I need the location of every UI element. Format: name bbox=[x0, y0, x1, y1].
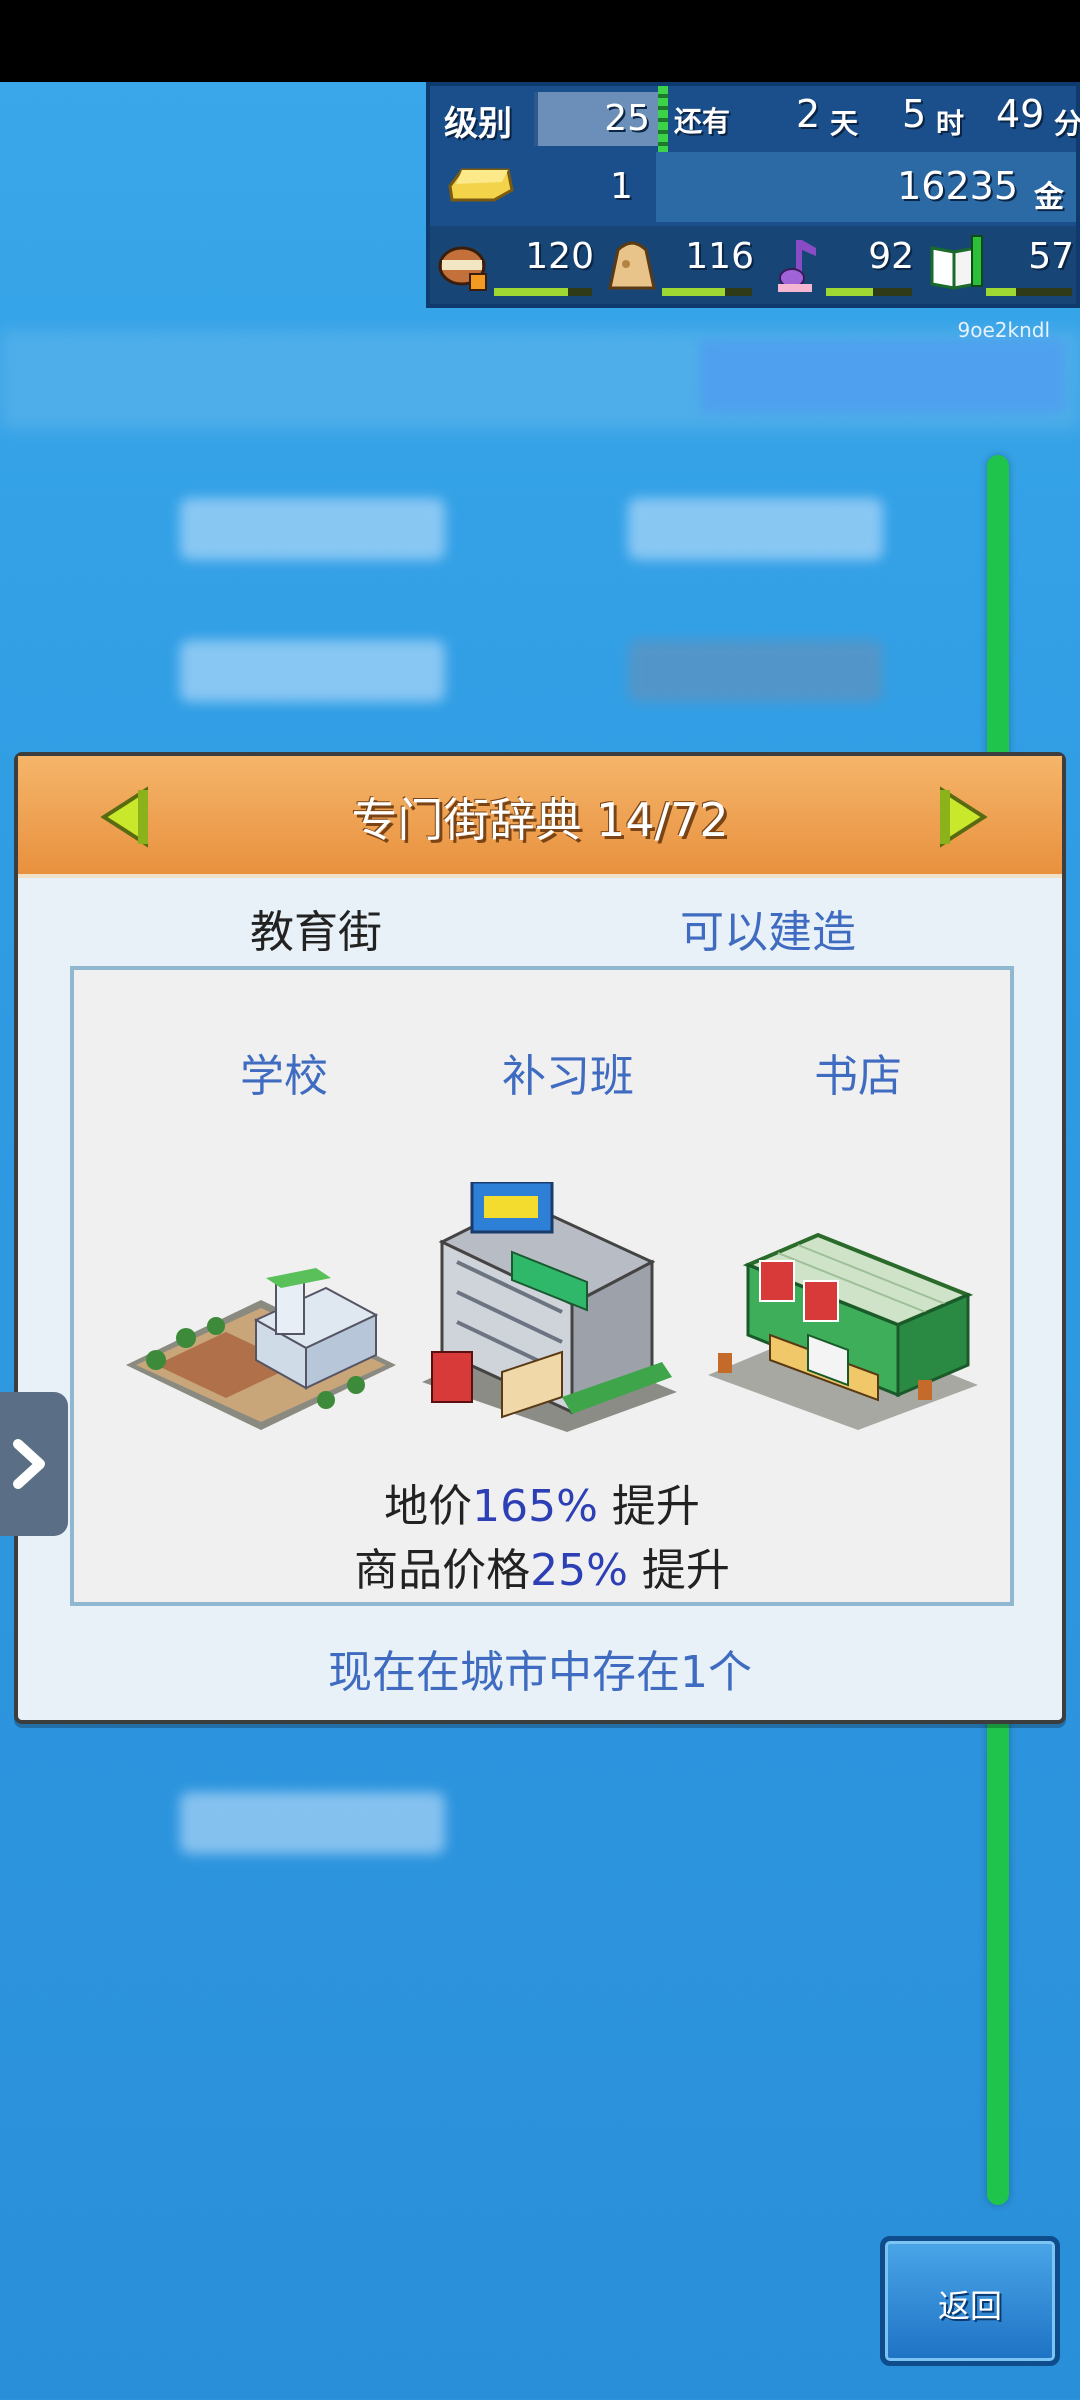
building-name-cram-school: 补习班 bbox=[502, 1051, 634, 1102]
level-progress-bar bbox=[658, 86, 668, 152]
back-button[interactable]: 返回 bbox=[880, 2236, 1060, 2366]
stat-education-value: 57 bbox=[1028, 236, 1074, 277]
land-value-effect: 地价165% 提升 bbox=[74, 1470, 1010, 1534]
build-status: 可以建造 bbox=[680, 907, 856, 958]
time-remaining: 还有 2 天 5 时 49 分 bbox=[670, 92, 1080, 148]
hours-value: 5 bbox=[902, 92, 927, 136]
gold-bar-count: 1 bbox=[610, 166, 633, 207]
school-building-icon[interactable] bbox=[126, 1260, 396, 1430]
stats-row: 120 116 92 57 bbox=[430, 226, 1076, 304]
existing-count-text: 现在在城市中存在1个 bbox=[328, 1647, 752, 1698]
background-blur-block bbox=[180, 640, 445, 702]
gold-bar-icon bbox=[448, 168, 514, 202]
music-note-icon bbox=[778, 240, 816, 292]
remaining-label: 还有 bbox=[674, 105, 731, 138]
goods-price-effect: 商品价格25% 提升 bbox=[74, 1534, 1010, 1598]
level-label: 级别 bbox=[444, 104, 512, 144]
background-blur-block bbox=[628, 498, 883, 560]
land-value-label: 地价 bbox=[384, 1481, 473, 1532]
buildings-panel: 学校 补习班 书店 地价165% 提升 商品价格25% 提升 bbox=[70, 966, 1014, 1606]
stat-goods-bar bbox=[662, 288, 752, 296]
land-value-percent: 165% bbox=[472, 1481, 598, 1532]
dialog-header: 专门街辞典 14/72 bbox=[18, 756, 1062, 878]
side-drawer-tab[interactable] bbox=[0, 1392, 68, 1536]
money-unit: 金 bbox=[1034, 180, 1064, 215]
street-dictionary-dialog: 专门街辞典 14/72 教育街 可以建造 学校 补习班 书店 地价165% 提升… bbox=[14, 752, 1066, 1724]
street-category: 教育街 bbox=[250, 907, 382, 958]
minutes-value: 49 bbox=[996, 92, 1045, 136]
money-box: 16235 金 bbox=[656, 152, 1076, 222]
stat-food: 120 bbox=[432, 226, 600, 304]
background-blur-block bbox=[180, 1792, 445, 1854]
cram-school-building-icon[interactable] bbox=[412, 1182, 682, 1432]
hud-panel: 级别 25 还有 2 天 5 时 49 分 1 16235 金 120 116 … bbox=[426, 82, 1080, 308]
hours-unit: 时 bbox=[936, 107, 965, 140]
minutes-unit: 分 bbox=[1054, 107, 1080, 140]
stat-education: 57 bbox=[924, 226, 1080, 304]
watermark-id: 9oe2kndl bbox=[957, 318, 1051, 342]
background-blur-block bbox=[628, 640, 883, 702]
background-blur-ticket bbox=[700, 340, 1065, 412]
bag-icon bbox=[608, 241, 656, 290]
status-bar bbox=[0, 0, 1080, 82]
book-icon bbox=[930, 235, 983, 290]
stat-entertainment: 92 bbox=[764, 226, 920, 304]
days-unit: 天 bbox=[830, 107, 859, 140]
stat-food-value: 120 bbox=[525, 236, 594, 277]
background-blur-block bbox=[180, 498, 445, 560]
stat-food-bar bbox=[494, 288, 592, 296]
level-box: 25 bbox=[534, 92, 660, 146]
next-arrow-icon[interactable] bbox=[936, 786, 990, 848]
dialog-title: 专门街辞典 14/72 bbox=[351, 793, 729, 847]
building-name-bookstore: 书店 bbox=[814, 1051, 902, 1102]
goods-price-percent: 25% bbox=[530, 1545, 628, 1596]
money-value: 16235 bbox=[897, 164, 1018, 208]
building-name-school: 学校 bbox=[240, 1051, 328, 1102]
stat-entertainment-value: 92 bbox=[868, 236, 914, 277]
goods-price-label: 商品价格 bbox=[354, 1545, 531, 1596]
goods-price-suffix: 提升 bbox=[627, 1545, 730, 1596]
stat-goods-value: 116 bbox=[685, 236, 754, 277]
chevron-right-icon bbox=[13, 1439, 45, 1489]
level-value: 25 bbox=[604, 98, 650, 139]
bookstore-building-icon[interactable] bbox=[708, 1225, 978, 1430]
food-icon bbox=[438, 246, 487, 291]
stat-entertainment-bar bbox=[826, 288, 912, 296]
stat-goods: 116 bbox=[600, 226, 760, 304]
back-button-label: 返回 bbox=[937, 2287, 1002, 2325]
land-value-suffix: 提升 bbox=[597, 1481, 700, 1532]
stat-education-bar bbox=[986, 288, 1072, 296]
days-value: 2 bbox=[796, 92, 821, 136]
